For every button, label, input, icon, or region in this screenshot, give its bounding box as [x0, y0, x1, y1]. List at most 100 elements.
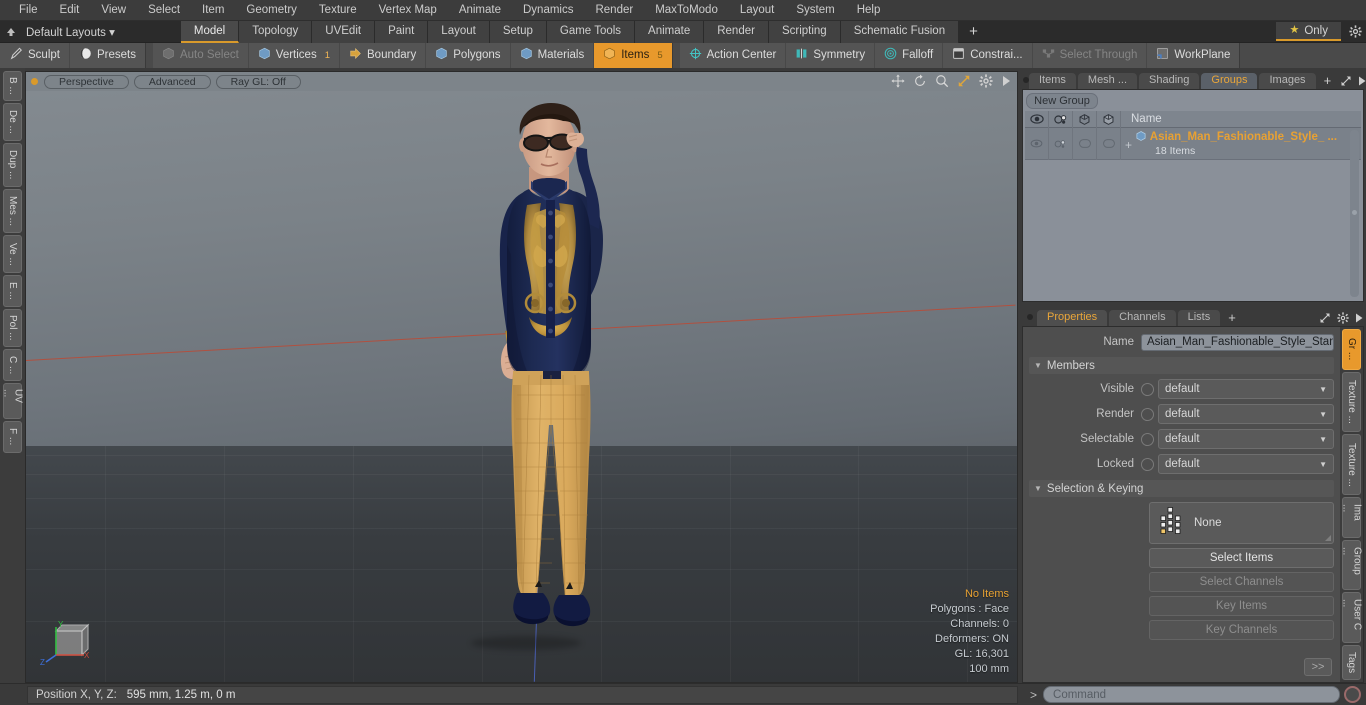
selectable-state-indicator[interactable] — [1141, 432, 1154, 446]
left-tab-uv[interactable]: UV ... — [2, 383, 24, 419]
layout-tab-animate[interactable]: Animate — [635, 20, 705, 43]
render-dropdown[interactable]: default ▼ — [1158, 404, 1334, 424]
layout-tab-setup[interactable]: Setup — [489, 20, 547, 43]
layout-tab-schematic-fusion[interactable]: Schematic Fusion — [840, 20, 960, 43]
left-tab-edge[interactable]: E ... — [3, 275, 22, 307]
zoom-icon[interactable] — [935, 74, 949, 88]
tab-images[interactable]: Images — [1259, 73, 1316, 89]
left-tab-fur[interactable]: F ... — [3, 421, 22, 453]
groups-scrollbar[interactable] — [1350, 130, 1359, 297]
only-toggle-button[interactable]: ★ Only — [1276, 22, 1341, 41]
row-item[interactable]: + Asian_Man_Fashionable_Style_ ... 18 It… — [1121, 130, 1361, 158]
menu-item-render[interactable]: Render — [584, 0, 644, 21]
members-section-header[interactable]: ▼ Members — [1029, 357, 1334, 374]
play-icon[interactable] — [1001, 75, 1011, 87]
right-tab-texture-2[interactable]: Texture ... — [1342, 434, 1361, 495]
viewport-scene[interactable]: No Items Polygons : Face Channels: 0 Def… — [26, 91, 1017, 682]
right-tab-texture-1[interactable]: Texture ... — [1342, 371, 1361, 433]
locked-state-indicator[interactable] — [1141, 457, 1154, 471]
materials-button[interactable]: Materials — [511, 42, 595, 68]
items-button[interactable]: Items 5 — [594, 42, 672, 68]
right-tab-tags[interactable]: Tags — [1342, 644, 1361, 680]
left-tab-polygon[interactable]: Pol ... — [3, 309, 22, 347]
tab-items[interactable]: Items — [1029, 73, 1076, 89]
layout-tab-scripting[interactable]: Scripting — [768, 20, 841, 43]
vertices-button[interactable]: Vertices 1 — [249, 42, 341, 68]
menu-item-maxtomodo[interactable]: MaxToModo — [644, 0, 729, 21]
menu-item-layout[interactable]: Layout — [729, 0, 786, 21]
properties-play-icon[interactable] — [1352, 310, 1366, 326]
viewport-advanced-button[interactable]: Advanced — [133, 74, 211, 89]
layout-home-icon[interactable] — [0, 21, 22, 43]
menu-item-file[interactable]: File — [8, 0, 49, 21]
name-field[interactable]: Asian_Man_Fashionable_Style_Standi — [1141, 333, 1334, 351]
menu-item-texture[interactable]: Texture — [308, 0, 368, 21]
tab-shading[interactable]: Shading — [1139, 73, 1200, 89]
polygons-button[interactable]: Polygons — [426, 42, 511, 68]
maximize-icon[interactable] — [957, 74, 971, 88]
left-tab-duplicate[interactable]: Dup ... — [3, 143, 22, 187]
menu-item-geometry[interactable]: Geometry — [235, 0, 308, 21]
groups-play-icon[interactable] — [1355, 73, 1366, 89]
gear-icon[interactable] — [979, 74, 993, 88]
sculpt-button[interactable]: Sculpt — [0, 42, 70, 68]
selection-set-field[interactable]: None — [1149, 502, 1334, 544]
workplane-button[interactable]: WorkPlane — [1147, 43, 1239, 68]
tab-groups[interactable]: Groups — [1201, 73, 1258, 89]
tab-lists[interactable]: Lists — [1177, 310, 1221, 326]
default-layouts-selector[interactable]: Default Layouts ▾ — [22, 25, 121, 39]
menu-item-item[interactable]: Item — [191, 0, 235, 21]
right-tab-group[interactable]: Group ... — [1341, 539, 1363, 591]
left-tab-basic[interactable]: B ... — [3, 71, 22, 101]
visible-dropdown[interactable]: default ▼ — [1158, 379, 1334, 399]
layout-tab-paint[interactable]: Paint — [375, 20, 429, 43]
layout-tab-topology[interactable]: Topology — [239, 20, 313, 43]
command-record-icon[interactable] — [1344, 686, 1361, 703]
expand-panel-button[interactable]: >> — [1304, 658, 1332, 676]
col-locked-icon[interactable] — [1097, 110, 1121, 128]
tab-mesh[interactable]: Mesh ... — [1077, 73, 1138, 89]
selectable-dropdown[interactable]: default ▼ — [1158, 429, 1334, 449]
left-tab-vertex[interactable]: Ve ... — [3, 235, 22, 273]
col-render-icon[interactable] — [1049, 110, 1073, 128]
locked-dropdown[interactable]: default ▼ — [1158, 454, 1334, 474]
menu-item-select[interactable]: Select — [137, 0, 191, 21]
layout-tab-game-tools[interactable]: Game Tools — [546, 20, 636, 43]
col-visible-eye-icon[interactable] — [1025, 110, 1049, 128]
selection-keying-section-header[interactable]: ▼ Selection & Keying — [1029, 480, 1334, 497]
rotate-icon[interactable] — [913, 74, 927, 88]
tab-channels[interactable]: Channels — [1109, 310, 1176, 326]
properties-maximize-icon[interactable] — [1316, 310, 1334, 326]
select-through-button[interactable]: Select Through — [1033, 42, 1148, 68]
presets-button[interactable]: Presets — [70, 43, 145, 68]
key-items-button[interactable]: Key Items — [1149, 596, 1334, 616]
key-channels-button[interactable]: Key Channels — [1149, 620, 1334, 640]
3d-viewport[interactable]: Perspective Advanced Ray GL: Off No Item… — [25, 71, 1018, 683]
left-tab-mesh-edit[interactable]: Mes ... — [3, 189, 22, 233]
new-group-button[interactable]: New Group — [1026, 93, 1098, 109]
menu-item-animate[interactable]: Animate — [448, 0, 512, 21]
layout-tab-layout[interactable]: Layout — [428, 20, 490, 43]
add-layout-tab-button[interactable]: + — [959, 22, 988, 42]
add-groups-tab-button[interactable]: + — [1318, 73, 1338, 89]
add-properties-tab-button[interactable]: + — [1222, 310, 1242, 326]
menu-item-vertex-map[interactable]: Vertex Map — [368, 0, 448, 21]
render-state-indicator[interactable] — [1141, 407, 1154, 421]
resize-corner-icon[interactable] — [1325, 535, 1331, 541]
symmetry-button[interactable]: Symmetry — [786, 42, 876, 68]
col-selectable-icon[interactable] — [1073, 110, 1097, 128]
viewport-perspective-button[interactable]: Perspective — [44, 74, 129, 89]
right-tab-user-channels[interactable]: User C ... — [1341, 592, 1363, 643]
visible-state-indicator[interactable] — [1141, 382, 1154, 396]
layout-settings-gear-icon[interactable] — [1344, 21, 1366, 43]
menu-item-system[interactable]: System — [785, 0, 845, 21]
constraint-button[interactable]: Constrai... — [943, 42, 1033, 68]
row-visible-toggle[interactable] — [1025, 127, 1049, 160]
menu-item-dynamics[interactable]: Dynamics — [512, 0, 584, 21]
right-tab-groups[interactable]: Gr ... — [1342, 329, 1361, 370]
menu-item-view[interactable]: View — [90, 0, 137, 21]
properties-panel-menu-icon[interactable] — [1023, 308, 1037, 326]
layout-tab-uvedit[interactable]: UVEdit — [312, 20, 376, 43]
left-tab-curve[interactable]: C ... — [3, 349, 22, 381]
falloff-button[interactable]: Falloff — [875, 42, 944, 68]
